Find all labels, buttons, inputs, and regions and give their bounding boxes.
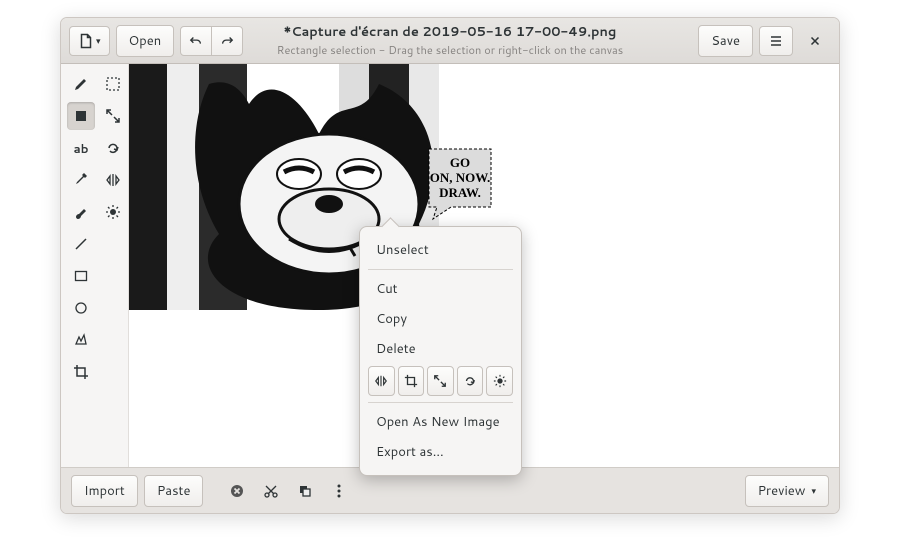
expand-icon [433,374,447,388]
menu-unselect[interactable]: Unselect [368,235,513,265]
window-subtitle: Rectangle selection - Drag the selection… [277,42,623,58]
rectangle-tool[interactable] [67,262,95,290]
fill-icon [73,108,89,124]
brush-tool[interactable] [67,198,95,226]
chevron-down-icon: ▾ [96,34,101,47]
menu-separator [368,402,513,403]
more-actions[interactable] [325,477,353,505]
brush-icon [73,204,89,220]
preview-button[interactable]: Preview ▾ [745,475,829,507]
close-icon [808,34,822,48]
speech-line-2: ON, NOW. [430,170,491,185]
pencil-tool[interactable] [67,70,95,98]
copy-action[interactable] [291,477,319,505]
rotate-tool[interactable] [99,134,127,162]
brightness-icon [493,374,507,388]
undo-icon [189,34,203,48]
window-title: *Capture d'écran de 2019-05-16 17-00-49.… [277,23,623,41]
menu-delete[interactable]: Delete [368,334,513,364]
copy-icon [297,483,313,499]
fill-tool[interactable] [67,102,95,130]
scissors-icon [263,483,279,499]
menu-cut[interactable]: Cut [368,274,513,304]
rectangle-select-tool[interactable] [99,70,127,98]
menu-crop-button[interactable] [398,366,425,396]
crop-tool[interactable] [67,358,95,386]
flip-icon [374,374,388,388]
new-file-button[interactable]: ▾ [69,26,110,56]
open-button[interactable]: Open [116,25,175,57]
more-icon [331,483,347,499]
paste-button[interactable]: Paste [144,475,204,507]
rotate-icon [105,140,121,156]
speech-line-1: GO [450,155,470,170]
context-menu: Unselect Cut Copy Delete Open As New Ima… [359,226,522,476]
titlebar: ▾ Open *Capture d'écran de 2019-05-16 17… [61,18,839,64]
freeform-tool[interactable] [67,326,95,354]
circle-tool[interactable] [67,294,95,322]
flip-tool[interactable] [99,166,127,194]
menu-copy[interactable]: Copy [368,304,513,334]
text-icon: ab [73,140,88,157]
menu-export-as[interactable]: Export as... [368,437,513,467]
expand-icon [105,108,121,124]
chevron-down-icon: ▾ [811,484,816,497]
freeform-icon [73,332,89,348]
rectangle-icon [73,268,89,284]
cut-action[interactable] [257,477,285,505]
menu-flip-button[interactable] [368,366,395,396]
brightness-tool[interactable] [99,198,127,226]
brightness-icon [105,204,121,220]
eyedropper-icon [73,172,89,188]
menu-separator [368,269,513,270]
rectangle-select-icon [105,76,121,92]
menu-rotate-button[interactable] [457,366,484,396]
import-button[interactable]: Import [71,475,138,507]
delete-circle-icon [229,483,245,499]
color-picker-tool[interactable] [67,166,95,194]
redo-icon [220,34,234,48]
hamburger-icon [768,33,784,49]
menu-brightness-button[interactable] [486,366,513,396]
rotate-icon [463,374,477,388]
menu-open-as-new[interactable]: Open As New Image [368,407,513,437]
preview-label: Preview [758,482,806,500]
redo-button[interactable] [211,26,243,56]
hamburger-menu-button[interactable] [759,26,793,56]
crop-icon [404,374,418,388]
circle-icon [73,300,89,316]
close-window-button[interactable] [799,26,831,56]
new-file-icon [78,33,94,49]
tool-panel: ab [61,64,129,467]
menu-scale-button[interactable] [427,366,454,396]
speech-line-3: DRAW. [439,185,481,200]
text-tool[interactable]: ab [67,134,95,162]
line-icon [73,236,89,252]
delete-action[interactable] [223,477,251,505]
pencil-icon [73,76,89,92]
scale-tool[interactable] [99,102,127,130]
crop-icon [73,364,89,380]
save-button[interactable]: Save [698,25,753,57]
flip-icon [105,172,121,188]
line-tool[interactable] [67,230,95,258]
undo-button[interactable] [180,26,212,56]
